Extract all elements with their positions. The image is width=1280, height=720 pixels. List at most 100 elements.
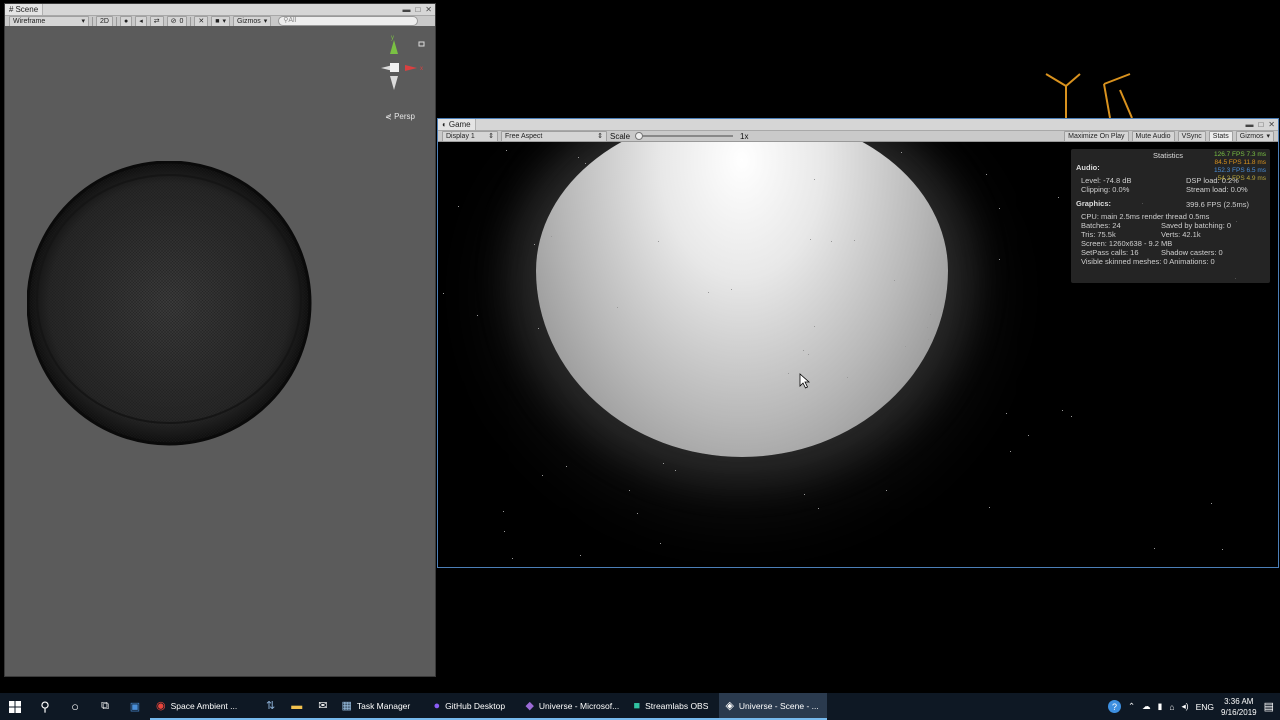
gizmos-dropdown[interactable]: Gizmos ▾: [232, 15, 272, 27]
task-view-button[interactable]: ⧉: [90, 693, 120, 720]
taskbar-app[interactable]: ● GitHub Desktop: [427, 693, 520, 720]
camera-dropdown[interactable]: ■ ▾: [211, 15, 230, 27]
gizmos-label: Gizmos: [1239, 132, 1264, 140]
language-indicator[interactable]: ENG: [1196, 702, 1214, 712]
projection-label[interactable]: ⋞ Persp: [385, 112, 415, 121]
star: [818, 508, 819, 509]
star: [1222, 549, 1223, 550]
star: [637, 513, 638, 514]
star: [905, 346, 906, 347]
taskbar-app-label: GitHub Desktop: [445, 700, 506, 711]
mouse-cursor-icon: [799, 373, 811, 389]
start-button[interactable]: [0, 693, 30, 720]
chevron-down-icon: ⇕: [488, 132, 494, 140]
persp-text: Persp: [394, 112, 415, 121]
scale-slider-knob[interactable]: [635, 132, 644, 140]
windows-logo-icon: [9, 700, 21, 713]
tab-scene[interactable]: # Scene: [5, 4, 44, 15]
star: [551, 236, 552, 237]
menu-icon[interactable]: ▬: [402, 5, 410, 14]
help-icon[interactable]: ?: [1108, 700, 1122, 713]
star: [1071, 416, 1072, 417]
toggle-2d-button[interactable]: 2D: [96, 15, 113, 27]
aspect-dropdown[interactable]: Free Aspect ⇕: [501, 130, 607, 142]
taskbar-app[interactable]: ◉ Space Ambient ...: [150, 693, 258, 720]
mute-audio-toggle[interactable]: Mute Audio: [1131, 130, 1175, 142]
scale-label: Scale: [610, 131, 631, 141]
star: [663, 463, 664, 464]
search-icon: ⚲: [40, 698, 50, 714]
game-toolbar: Display 1 ⇕ Free Aspect ⇕ Scale 1x Maximiz…: [438, 130, 1278, 142]
star: [886, 490, 887, 491]
game-titlebar: ◐ Game ▬ □ ✕: [438, 119, 1278, 131]
shading-mode-dropdown[interactable]: Wireframe ▾: [9, 15, 89, 27]
scene-search-input[interactable]: ⚲All: [278, 16, 419, 26]
orientation-gizmo[interactable]: y x: [369, 32, 429, 94]
scene-titlebar: # Scene ▬ □ ✕: [5, 4, 435, 16]
game-viewport[interactable]: Statistics Audio: Level: -74.8 dB Clippi…: [438, 142, 1278, 567]
cloud-icon[interactable]: ☁: [1142, 701, 1151, 712]
network-icon[interactable]: ⌂: [1169, 702, 1174, 712]
chevron-down-icon: ⇕: [597, 132, 603, 140]
windows-taskbar: ⚲ ○ ⧉ ▣ ◉ Space Ambient ... ⇅ ▬ ✉ ▦ Task Manag…: [0, 693, 1280, 720]
planet: [536, 142, 948, 457]
hidden-objects-toggle[interactable]: ⊘ 0: [166, 15, 188, 27]
taskbar-app-label: Universe - Microsof...: [538, 700, 620, 711]
vsync-toggle[interactable]: VSync: [1177, 130, 1206, 142]
taskbar-app[interactable]: ⇅: [258, 693, 284, 720]
fps-overlay: 126.7 FPS 7.3 ms 84.5 FPS 11.8 ms 152.3 …: [1214, 151, 1266, 183]
pinned-app[interactable]: ▣: [120, 693, 150, 720]
taskbar-app[interactable]: ▦ Task Manager: [335, 693, 428, 720]
stream-load: Stream load: 0.0%: [1186, 185, 1248, 194]
effects-dropdown[interactable]: ⇄: [149, 15, 164, 27]
github-icon: ●: [433, 699, 441, 712]
tab-game[interactable]: ◐ Game: [438, 119, 476, 130]
game-window: ◐ Game ▬ □ ✕ Display 1 ⇕ Free Aspect ⇕ Sca…: [437, 118, 1279, 568]
game-tab-icon: ◐: [442, 120, 447, 129]
audio-toggle[interactable]: ◂: [135, 15, 147, 27]
graphics-heading: Graphics:: [1076, 199, 1112, 208]
close-icon[interactable]: ✕: [425, 5, 432, 14]
maximize-icon[interactable]: □: [415, 5, 420, 14]
visual-studio-icon: ◆: [525, 700, 534, 712]
star: [458, 206, 459, 207]
scene-tab-label: Scene: [15, 5, 39, 14]
close-icon[interactable]: ✕: [1268, 120, 1275, 129]
chevron-up-icon[interactable]: ⌃: [1128, 701, 1135, 712]
vsync-label: VSync: [1181, 132, 1202, 140]
menu-icon[interactable]: ▬: [1245, 120, 1253, 129]
axis-x-label: x: [420, 66, 423, 72]
lighting-toggle[interactable]: ●: [119, 15, 133, 27]
stats-toggle[interactable]: Stats: [1208, 130, 1233, 142]
lock-icon: [418, 41, 425, 47]
gizmos-label: Gizmos: [236, 17, 261, 25]
axis-y-label: y: [391, 35, 394, 41]
mute-label: Mute Audio: [1135, 132, 1171, 140]
star: [1058, 197, 1059, 198]
taskbar-app[interactable]: ✉: [310, 693, 336, 720]
taskbar-app[interactable]: ◈ Universe - Scene - ...: [719, 693, 828, 720]
gizmos-dropdown[interactable]: Gizmos ▾: [1235, 130, 1274, 142]
volume-icon[interactable]: ◂): [1181, 701, 1188, 712]
notifications-icon[interactable]: ▤: [1264, 700, 1274, 713]
taskbar-app[interactable]: ■ Streamlabs OBS: [627, 693, 720, 720]
fps-line: 152.3 FPS 6.5 ms: [1213, 167, 1266, 174]
clock[interactable]: 3:36 AM 9/16/2019: [1221, 696, 1257, 718]
display-dropdown[interactable]: Display 1 ⇕: [442, 130, 498, 142]
taskbar-app[interactable]: ▬: [283, 693, 311, 720]
star: [999, 259, 1000, 260]
tools-toggle[interactable]: ✕: [194, 15, 209, 27]
setpass-readout: SetPass calls: 16: [1081, 248, 1139, 257]
tris-readout: Tris: 75.5k: [1081, 230, 1116, 239]
search-button[interactable]: ⚲: [30, 693, 60, 720]
taskbar-app[interactable]: ◆ Universe - Microsof...: [519, 693, 628, 720]
scene-viewport[interactable]: y x ⋞ Persp: [5, 26, 435, 676]
star: [941, 310, 942, 311]
saved-batching-readout: Saved by batching: 0: [1161, 221, 1232, 230]
maximize-icon[interactable]: □: [1258, 120, 1263, 129]
cortana-button[interactable]: ○: [60, 693, 90, 720]
scale-slider[interactable]: [635, 132, 734, 140]
maximize-on-play-toggle[interactable]: Maximize On Play: [1064, 130, 1129, 142]
microphone-icon[interactable]: ▮: [1158, 701, 1163, 712]
star: [831, 241, 832, 242]
